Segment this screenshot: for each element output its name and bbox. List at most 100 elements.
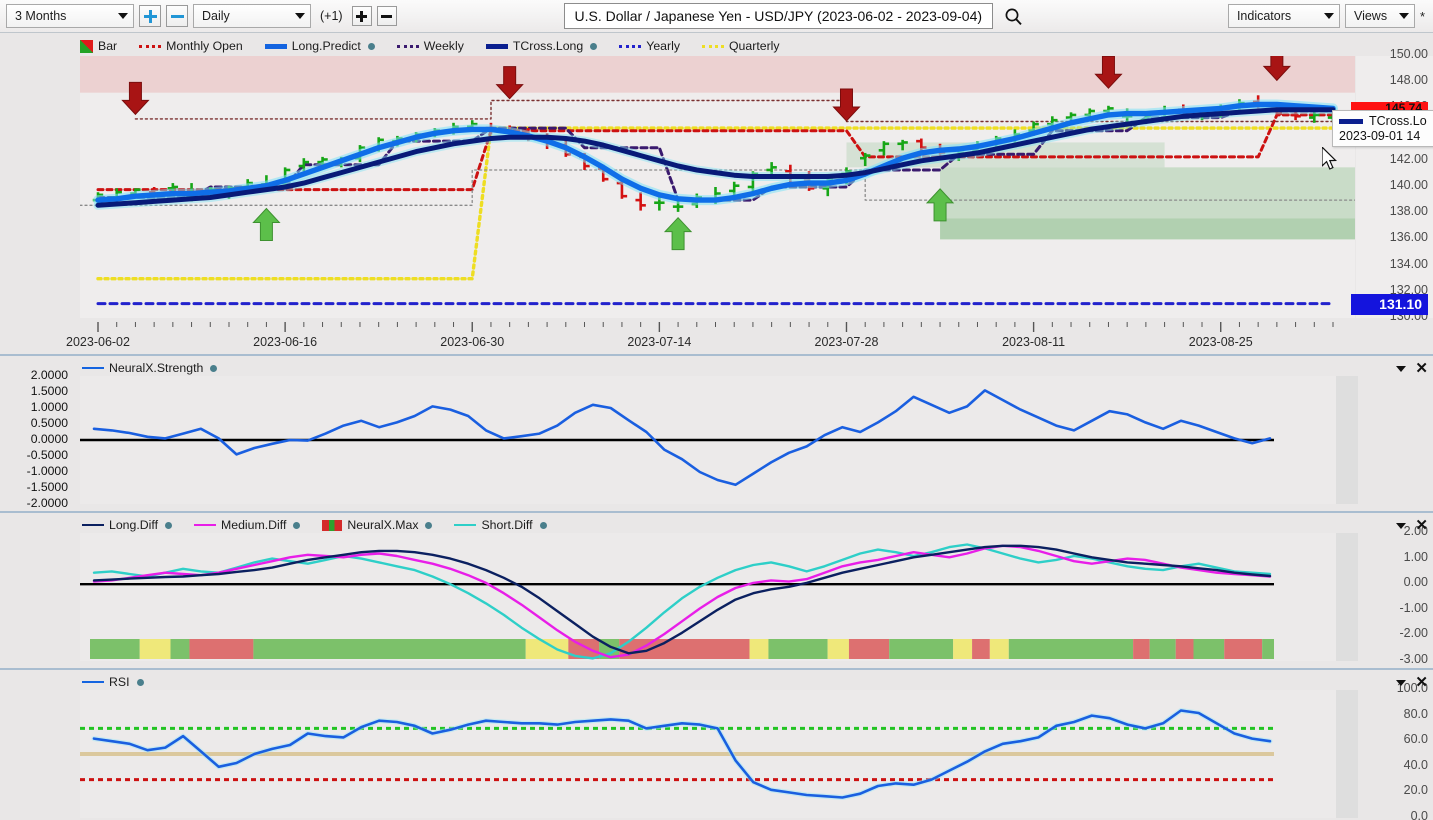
strength-panel-controls: ✕ — [1396, 361, 1428, 376]
price-panel-legend: Bar Monthly Open Long.Predict Weekly TCross.… — [80, 39, 780, 53]
line-swatch-icon — [82, 524, 104, 526]
strength-axis-tick: 0.0000 — [30, 432, 68, 446]
bars-increase-button[interactable] — [351, 6, 372, 26]
strength-axis-tick: -2.0000 — [26, 496, 68, 510]
legend-label: TCross.Long — [512, 39, 584, 53]
trading-chart-window: 3 Months Daily (+1) U.S. Dollar / Japane… — [0, 0, 1433, 820]
tooltip-color-swatch — [1339, 118, 1363, 124]
views-dropdown[interactable]: Views — [1344, 4, 1415, 28]
price-panel: Bar Monthly Open Long.Predict Weekly TCross.… — [0, 34, 1433, 352]
rsi-axis-tick: 20.0 — [1403, 783, 1428, 798]
x-axis-tick-marks — [97, 322, 1334, 332]
line-swatch-icon — [194, 524, 216, 526]
indicators-dropdown[interactable]: Indicators — [1227, 4, 1340, 28]
strength-panel: NeuralX.Strength ✕ 2.0000 1.5000 1.0000 0.5… — [0, 354, 1433, 510]
legend-item-long-diff[interactable]: Long.Diff — [82, 518, 172, 532]
legend-label: Bar — [98, 39, 118, 53]
symbol-input-value: U.S. Dollar / Japanese Yen - USD/JPY (20… — [574, 8, 983, 24]
legend-settings-dot-icon[interactable] — [539, 521, 547, 529]
legend-item-yearly[interactable]: Yearly — [619, 39, 680, 53]
legend-item-long-predict[interactable]: Long.Predict — [264, 39, 375, 53]
chevron-down-icon — [295, 13, 305, 19]
strength-panel-legend: NeuralX.Strength — [82, 361, 218, 375]
tooltip-series-row: TCross.Lo — [1339, 114, 1427, 128]
x-axis-label: 2023-08-25 — [1188, 335, 1253, 349]
minus-icon — [381, 14, 393, 18]
legend-settings-dot-icon[interactable] — [293, 521, 301, 529]
plus-icon — [356, 10, 368, 22]
main-toolbar: 3 Months Daily (+1) U.S. Dollar / Japane… — [0, 0, 1433, 33]
rsi-y-axis: 100.0 80.0 60.0 40.0 20.0 0.0 — [1358, 681, 1433, 820]
series-tooltip: TCross.Lo 2023-09-01 14 — [1332, 110, 1433, 147]
diff-panel: Long.Diff Medium.Diff NeuralX.Max Short.Dif… — [0, 511, 1433, 666]
legend-item-medium-diff[interactable]: Medium.Diff — [194, 518, 301, 532]
close-icon[interactable]: ✕ — [1415, 361, 1428, 376]
legend-settings-dot-icon[interactable] — [425, 521, 433, 529]
diff-panel-scroll-strip[interactable] — [1336, 533, 1358, 661]
line-swatch-icon — [82, 367, 104, 369]
price-axis-tick: 136.00 — [1389, 230, 1428, 245]
diff-plot-area[interactable] — [80, 533, 1336, 661]
range-select-value: 3 Months — [15, 9, 67, 23]
close-icon[interactable]: ✕ — [1415, 518, 1428, 533]
diff-panel-controls: ✕ — [1396, 518, 1428, 533]
chevron-down-icon[interactable] — [1396, 366, 1407, 372]
price-plot-area[interactable] — [80, 56, 1355, 318]
strength-axis-tick: -0.5000 — [26, 448, 68, 462]
legend-item-neuralx-strength[interactable]: NeuralX.Strength — [82, 361, 218, 375]
legend-item-weekly[interactable]: Weekly — [396, 39, 464, 53]
zoom-in-button[interactable] — [139, 5, 161, 27]
extra-count-label: (+1) — [320, 9, 343, 23]
legend-settings-dot-icon[interactable] — [136, 678, 144, 686]
legend-item-tcross-long[interactable]: TCross.Long — [485, 39, 598, 53]
legend-label: RSI — [109, 675, 130, 689]
chevron-down-icon — [1398, 13, 1409, 19]
range-select[interactable]: 3 Months — [6, 4, 134, 28]
legend-settings-dot-icon[interactable] — [590, 42, 598, 50]
bars-decrease-button[interactable] — [376, 6, 397, 26]
rsi-axis-tick: 80.0 — [1403, 706, 1428, 721]
legend-item-rsi[interactable]: RSI — [82, 675, 144, 689]
zoom-out-button[interactable] — [166, 5, 188, 27]
legend-item-short-diff[interactable]: Short.Diff — [454, 518, 547, 532]
x-axis-label: 2023-06-30 — [440, 335, 505, 349]
tooltip-series-name: TCross.Lo — [1369, 114, 1427, 128]
chevron-down-icon[interactable] — [1396, 523, 1407, 529]
legend-item-monthly-open[interactable]: Monthly Open — [139, 39, 243, 53]
diff-panel-legend: Long.Diff Medium.Diff NeuralX.Max Short.Dif… — [82, 518, 547, 532]
x-axis-label: 2023-06-02 — [66, 335, 130, 349]
chevron-down-icon[interactable] — [1396, 680, 1407, 686]
mouse-cursor-icon — [1321, 145, 1340, 178]
close-icon[interactable]: ✕ — [1415, 675, 1428, 690]
chevron-down-icon — [118, 13, 128, 19]
diff-axis-tick: 1.00 — [1403, 549, 1428, 564]
interval-select[interactable]: Daily — [193, 4, 311, 28]
legend-item-bar[interactable]: Bar — [80, 39, 117, 53]
legend-label: Medium.Diff — [221, 518, 287, 532]
dotted-line-swatch-icon — [619, 44, 642, 48]
strength-axis-tick: 1.5000 — [30, 384, 68, 398]
legend-label: Long.Predict — [291, 39, 361, 53]
legend-item-quarterly[interactable]: Quarterly — [701, 39, 780, 53]
legend-settings-dot-icon[interactable] — [165, 521, 172, 529]
legend-item-neuralx-max[interactable]: NeuralX.Max — [322, 518, 433, 532]
rsi-panel-scroll-strip[interactable] — [1336, 690, 1358, 818]
strength-plot-area[interactable] — [80, 376, 1336, 504]
legend-settings-dot-icon[interactable] — [210, 364, 218, 372]
minus-icon — [170, 14, 184, 18]
rsi-plot-area[interactable] — [80, 690, 1336, 818]
line-swatch-icon — [82, 681, 104, 683]
rsi-axis-tick: 60.0 — [1403, 732, 1428, 747]
symbol-input[interactable]: U.S. Dollar / Japanese Yen - USD/JPY (20… — [563, 3, 994, 29]
legend-settings-dot-icon[interactable] — [367, 42, 375, 50]
legend-label: Quarterly — [728, 39, 780, 53]
legend-label: Short.Diff — [481, 518, 533, 532]
strength-axis-tick: 0.5000 — [30, 416, 68, 430]
x-axis-label: 2023-07-14 — [627, 335, 692, 349]
line-swatch-icon — [264, 43, 287, 49]
strength-axis-tick: -1.5000 — [26, 480, 68, 494]
strength-axis-tick: -1.0000 — [26, 464, 68, 478]
strength-panel-scroll-strip[interactable] — [1336, 376, 1358, 504]
chevron-down-icon — [1323, 13, 1334, 19]
search-icon[interactable] — [1004, 7, 1023, 26]
